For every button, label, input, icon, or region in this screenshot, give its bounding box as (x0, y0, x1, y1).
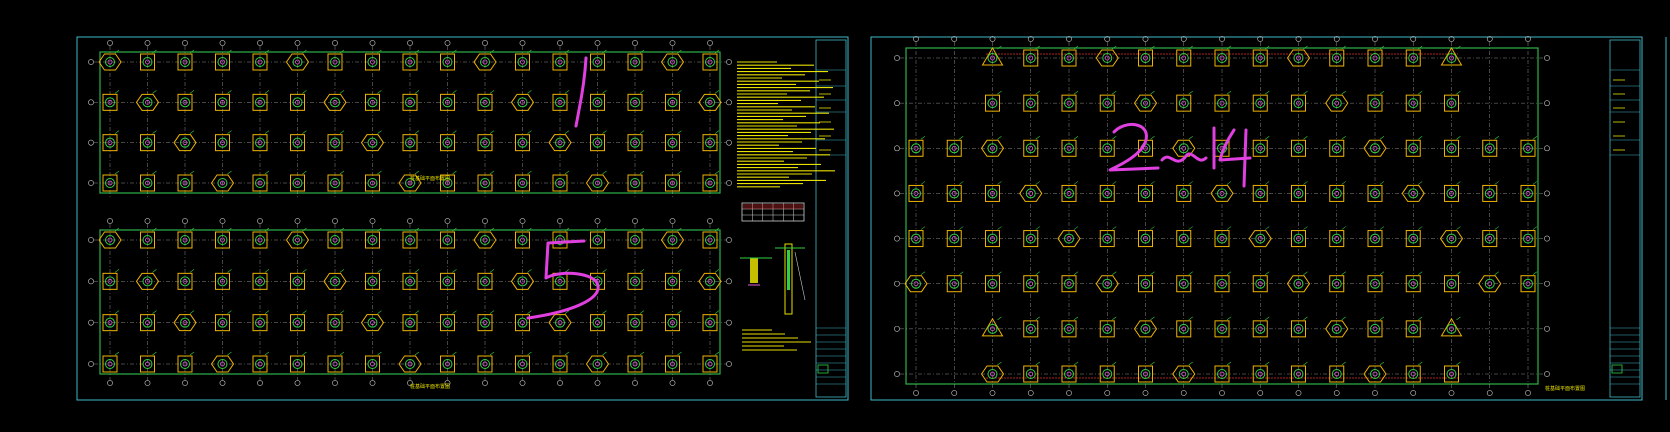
plan-title-sheet-2: 桩基础平面布置图 (1545, 385, 1585, 392)
canvas-background (0, 0, 1670, 432)
plan-bottom-title: 桩基础平面布置图 (410, 383, 450, 390)
plan-top-title: 桩基础平面布置图 (410, 175, 450, 182)
table-header-fill (743, 204, 803, 209)
detail-pile-body (750, 258, 758, 283)
cad-viewport[interactable]: 桩基础平面布置图 桩基础平面布置图 桩基础平面布置图 (0, 0, 1670, 432)
pile-plan-bottom (88, 218, 732, 386)
detail-rebar (787, 250, 790, 290)
